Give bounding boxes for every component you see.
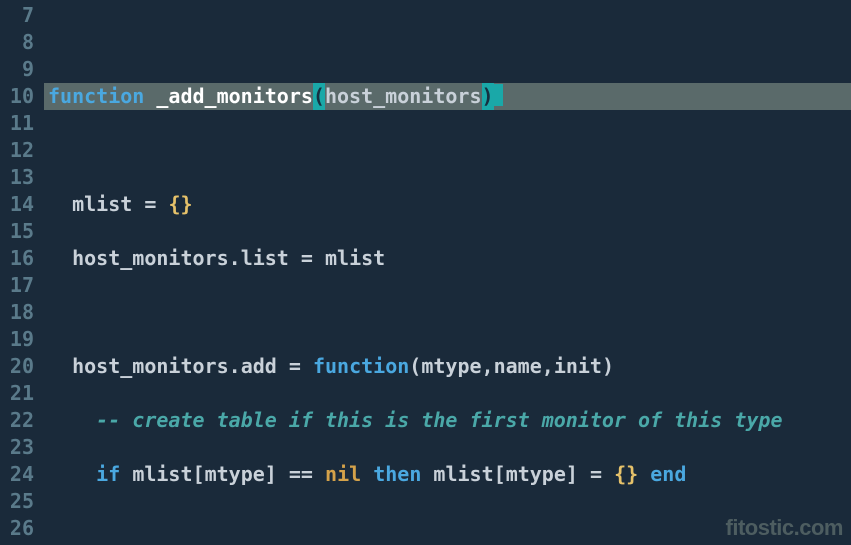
function-name: _add_monitors xyxy=(156,84,313,108)
line-number: 9 xyxy=(6,56,34,83)
code-editor[interactable]: 7 8 9 10 11 12 13 14 15 16 17 18 19 20 2… xyxy=(0,0,851,545)
line-number-gutter: 7 8 9 10 11 12 13 14 15 16 17 18 19 20 2… xyxy=(0,0,44,545)
code-line[interactable]: mlist = {} xyxy=(44,191,851,218)
paren-open-icon: ( xyxy=(313,83,325,110)
code-line[interactable] xyxy=(44,29,851,56)
code-line-current[interactable]: function _add_monitors(host_monitors) xyxy=(44,83,851,110)
code-line[interactable] xyxy=(44,137,851,164)
line-number: 8 xyxy=(6,29,34,56)
comment: -- create table if this is the first mon… xyxy=(96,408,782,432)
code-area[interactable]: function _add_monitors(host_monitors) ml… xyxy=(44,0,851,545)
line-number: 26 xyxy=(6,515,34,542)
code-line[interactable]: host_monitors.add = function(mtype,name,… xyxy=(44,353,851,380)
code-line[interactable]: -- create table if this is the first mon… xyxy=(44,407,851,434)
line-number: 22 xyxy=(6,407,34,434)
parameter: host_monitors xyxy=(325,84,482,108)
keyword-function: function xyxy=(48,84,144,108)
line-number: 13 xyxy=(6,164,34,191)
line-number: 10 xyxy=(6,83,34,110)
line-number: 25 xyxy=(6,488,34,515)
line-number: 11 xyxy=(6,110,34,137)
code-line[interactable]: if mlist[mtype] == nil then mlist[mtype]… xyxy=(44,461,851,488)
cursor-icon xyxy=(494,84,503,106)
line-number: 15 xyxy=(6,218,34,245)
code-line[interactable]: host_monitors.list = mlist xyxy=(44,245,851,272)
line-number: 17 xyxy=(6,272,34,299)
line-number: 7 xyxy=(6,2,34,29)
watermark-text: fitostic.com xyxy=(726,515,843,541)
line-number: 20 xyxy=(6,353,34,380)
line-number: 14 xyxy=(6,191,34,218)
line-number: 24 xyxy=(6,461,34,488)
code-line[interactable] xyxy=(44,299,851,326)
line-number: 12 xyxy=(6,137,34,164)
line-number: 19 xyxy=(6,326,34,353)
line-number: 16 xyxy=(6,245,34,272)
line-number: 21 xyxy=(6,380,34,407)
line-number: 18 xyxy=(6,299,34,326)
line-number: 23 xyxy=(6,434,34,461)
paren-close-icon: ) xyxy=(482,83,494,110)
